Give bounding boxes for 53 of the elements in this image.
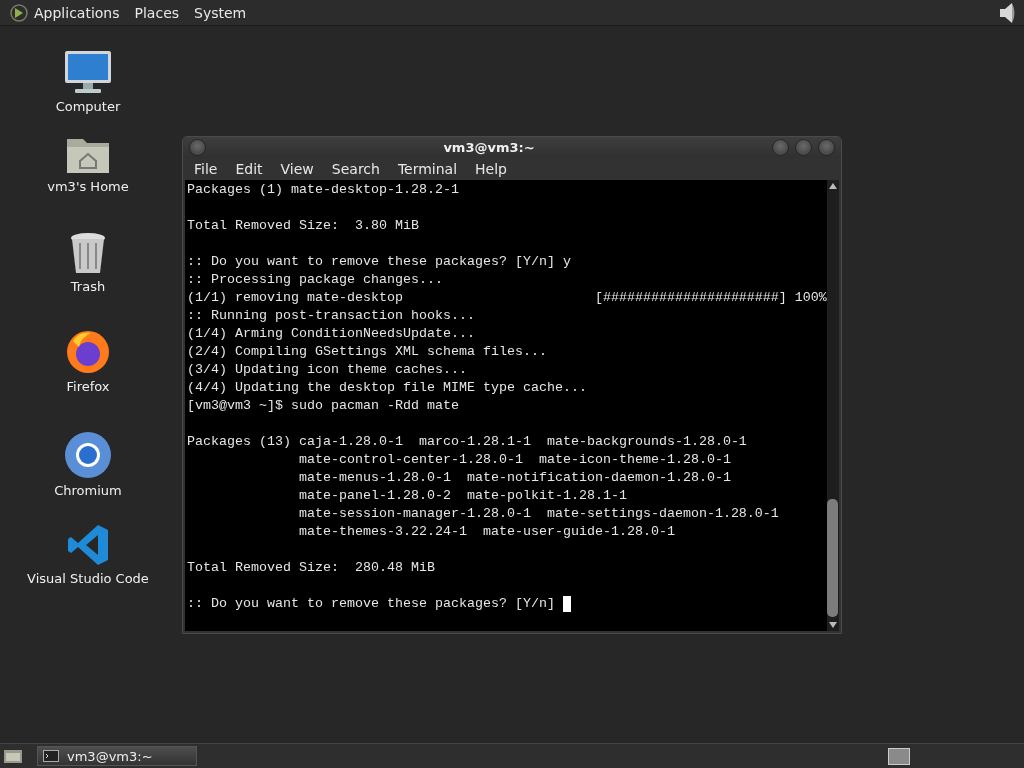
terminal-line: (1/4) Arming ConditionNeedsUpdate... bbox=[187, 325, 475, 343]
code-editor-icon[interactable] bbox=[66, 523, 110, 567]
terminal-icon bbox=[43, 750, 59, 762]
monitor-icon[interactable] bbox=[63, 49, 113, 95]
menu-item[interactable]: Edit bbox=[235, 161, 263, 178]
browser-icon[interactable] bbox=[65, 329, 111, 375]
menu-item[interactable]: Help bbox=[475, 161, 507, 178]
panel-menu[interactable]: Applications bbox=[34, 4, 120, 21]
desktop-icon-label[interactable]: Visual Studio Code bbox=[27, 571, 149, 586]
terminal-line: (2/4) Compiling GSettings XML schema files... bbox=[187, 343, 547, 361]
scrollbar-thumb[interactable] bbox=[827, 499, 839, 617]
maximize-button[interactable] bbox=[795, 139, 812, 157]
menu-item[interactable]: File bbox=[194, 161, 218, 178]
terminal-line: Packages (13) caja-1.28.0-1 marco-1.28.1-1 mate-backgrounds-1.28.0-1 bbox=[187, 433, 747, 451]
terminal-line: (4/4) Updating the desktop file MIME type cache... bbox=[187, 379, 587, 397]
desktop-icon-label[interactable]: Trash bbox=[70, 279, 106, 294]
terminal-line: :: Do you want to remove these packages? [Y/n] bbox=[187, 595, 556, 613]
menu-item[interactable]: Terminal bbox=[397, 161, 458, 178]
show-desktop-icon[interactable] bbox=[3, 748, 23, 764]
trash-icon[interactable] bbox=[69, 231, 107, 275]
terminal-line: :: Running post-transaction hooks... bbox=[187, 307, 475, 325]
terminal-line: Packages (1) mate-desktop-1.28.2-1 bbox=[187, 181, 459, 199]
terminal-line: mate-session-manager-1.28.0-1 mate-settings-daemon-1.28.0-1 bbox=[297, 505, 779, 523]
workspace-switcher[interactable] bbox=[888, 747, 910, 765]
minimize-button[interactable] bbox=[772, 139, 789, 157]
panel-menu[interactable]: System bbox=[194, 4, 247, 21]
browser-icon[interactable] bbox=[64, 431, 112, 479]
menu-item[interactable]: View bbox=[280, 161, 314, 178]
panel-menu[interactable]: Places bbox=[134, 4, 180, 21]
desktop-icon-label[interactable]: Firefox bbox=[66, 379, 110, 394]
scroll-down-arrow-icon[interactable] bbox=[828, 622, 837, 628]
menu-logo-icon[interactable] bbox=[10, 3, 28, 22]
window-menu-button[interactable] bbox=[189, 139, 206, 157]
terminal-line: :: Do you want to remove these packages? [Y/n] y bbox=[187, 253, 571, 271]
window-title: vm3@vm3:~ bbox=[442, 140, 536, 156]
close-button[interactable] bbox=[818, 139, 835, 157]
menu-item[interactable]: Search bbox=[331, 161, 380, 178]
scrollbar[interactable] bbox=[826, 180, 839, 631]
scroll-up-arrow-icon[interactable] bbox=[828, 183, 837, 189]
terminal-line: mate-panel-1.28.0-2 mate-polkit-1.28.1-1 bbox=[297, 487, 627, 505]
terminal-line: [vm3@vm3 ~]$ sudo pacman -Rdd mate bbox=[187, 397, 459, 415]
desktop-icon-label[interactable]: Chromium bbox=[54, 483, 122, 498]
terminal-line: mate-menus-1.28.0-1 mate-notification-daemon-1.28.0-1 bbox=[297, 469, 731, 487]
desktop-icon-label[interactable]: vm3's Home bbox=[47, 179, 129, 194]
terminal-line: mate-themes-3.22.24-1 mate-user-guide-1.28.0-1 bbox=[297, 523, 675, 541]
terminal-line: :: Processing package changes... bbox=[187, 271, 443, 289]
terminal-line: Total Removed Size: 280.48 MiB bbox=[187, 559, 435, 577]
desktop-icon-label[interactable]: Computer bbox=[55, 99, 121, 114]
taskbar-button[interactable]: vm3@vm3:~ bbox=[37, 746, 197, 766]
terminal-line: (3/4) Updating icon theme caches... bbox=[187, 361, 467, 379]
terminal-line: (1/1) removing mate-desktop [######################] 100% bbox=[187, 289, 827, 307]
terminal-line: Total Removed Size: 3.80 MiB bbox=[187, 217, 419, 235]
terminal-line: mate-control-center-1.28.0-1 mate-icon-theme-1.28.0-1 bbox=[297, 451, 731, 469]
